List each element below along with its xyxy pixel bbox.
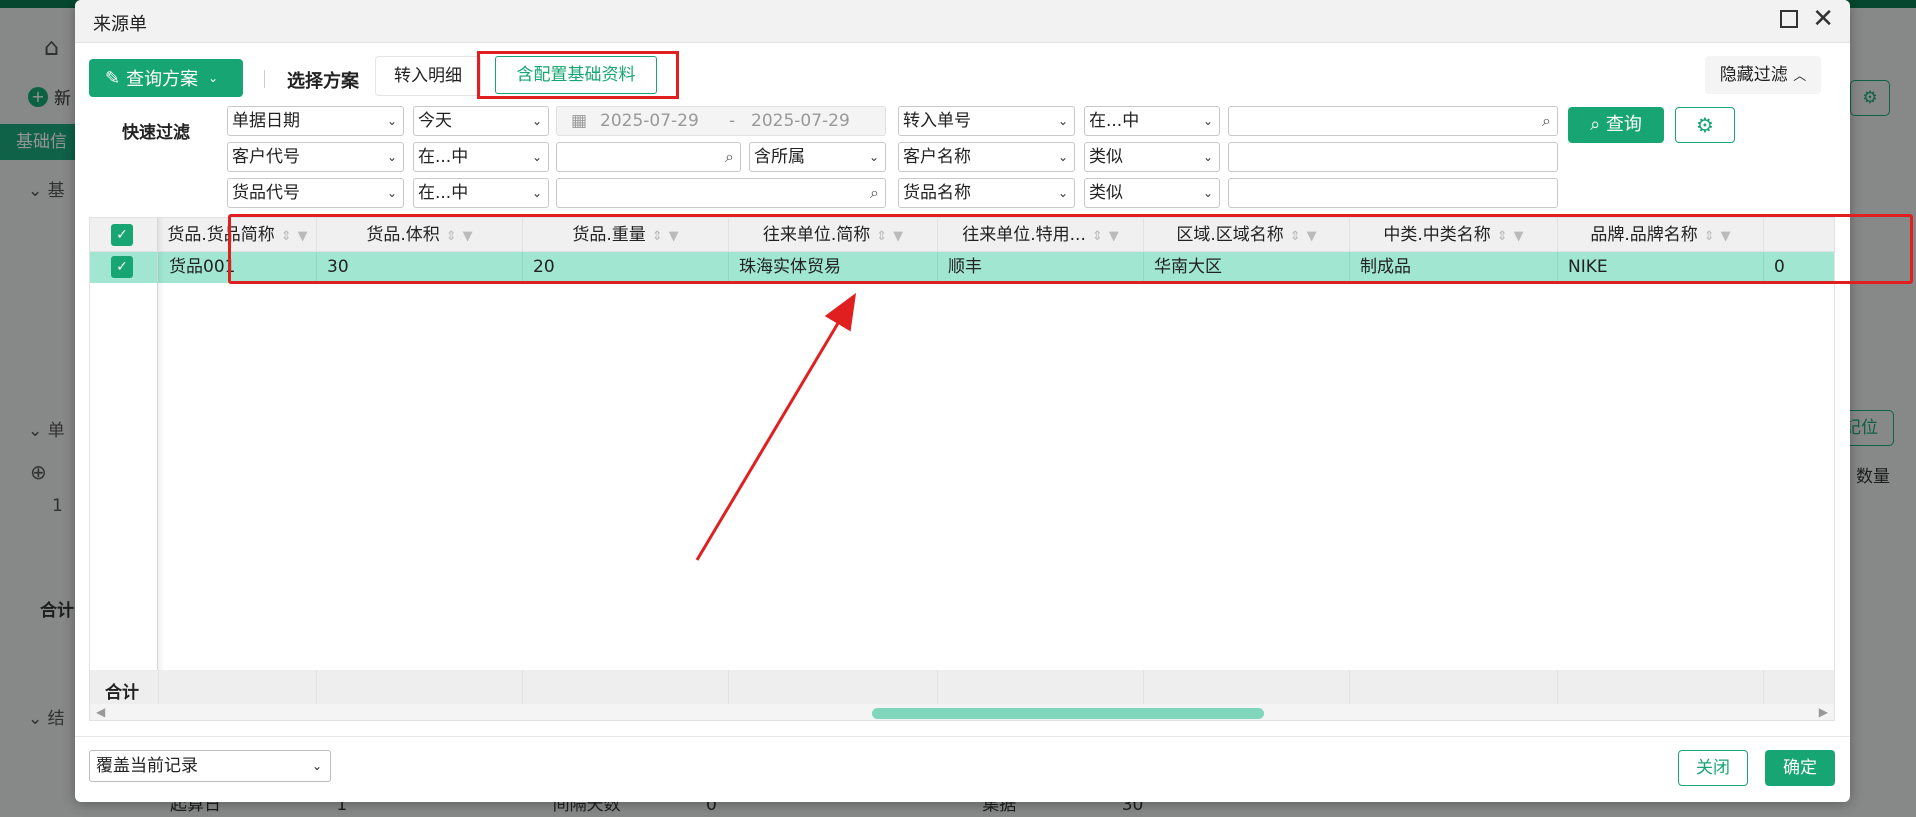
- overwrite-mode-select[interactable]: 覆盖当前记录 ⌄: [89, 750, 331, 782]
- close-button[interactable]: 关闭: [1678, 750, 1748, 786]
- confirm-button[interactable]: 确定: [1765, 750, 1835, 786]
- annotation-arrow: [695, 292, 857, 561]
- dialog-footer-divider: [75, 736, 1850, 737]
- chevron-down-icon: ⌄: [311, 759, 322, 773]
- source-doc-dialog: 来源单 ✕ ✎ 查询方案 ⌄ 选择方案 转入明细 含配置基础资料 隐藏过滤 ︿ …: [75, 0, 1913, 802]
